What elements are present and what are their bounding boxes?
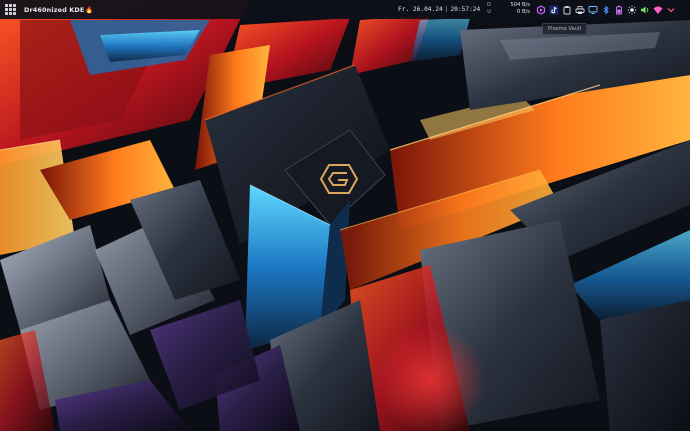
wallpaper bbox=[0, 0, 690, 431]
battery-icon[interactable] bbox=[612, 3, 625, 16]
garuda-logo-icon bbox=[319, 164, 359, 194]
hostname-text: Dr460nized KDE bbox=[24, 5, 85, 14]
volume-icon[interactable] bbox=[638, 3, 651, 16]
bluetooth-icon[interactable] bbox=[599, 3, 612, 16]
updates-icon[interactable] bbox=[534, 3, 547, 16]
system-tray bbox=[534, 0, 677, 19]
top-panel: Dr460nized KDE🔥 Fr. 26.04.24 | 20:57:24 … bbox=[0, 0, 690, 19]
download-label: D bbox=[487, 3, 491, 8]
display-icon[interactable] bbox=[586, 3, 599, 16]
digital-clock[interactable]: Fr. 26.04.24 | 20:57:24 bbox=[398, 0, 480, 19]
app-grid-icon[interactable] bbox=[4, 4, 16, 16]
desktop: Dr460nized KDE🔥 Fr. 26.04.24 | 20:57:24 … bbox=[0, 0, 690, 431]
tiktok-icon[interactable] bbox=[547, 3, 560, 16]
tray-tooltip: Plasma Vault bbox=[542, 23, 588, 35]
download-rate: 504 B/s bbox=[510, 2, 530, 8]
clock-separator: | bbox=[444, 6, 449, 13]
upload-label: U bbox=[487, 10, 491, 15]
fire-emoji: 🔥 bbox=[85, 5, 94, 14]
upload-rate: 0 B/s bbox=[517, 9, 530, 16]
clock-date: Fr. 26.04.24 bbox=[398, 6, 443, 13]
chevron-down-icon[interactable] bbox=[664, 3, 677, 16]
clipboard-icon[interactable] bbox=[560, 3, 573, 16]
clock-time: 20:57:24 bbox=[450, 6, 481, 13]
network-direction-labels: D U bbox=[486, 2, 492, 16]
network-speed[interactable]: 504 B/s 0 B/s bbox=[500, 2, 530, 17]
brightness-icon[interactable] bbox=[625, 3, 638, 16]
printer-icon[interactable] bbox=[573, 3, 586, 16]
wifi-icon[interactable] bbox=[651, 3, 664, 16]
hostname-label: Dr460nized KDE🔥 bbox=[24, 6, 94, 14]
